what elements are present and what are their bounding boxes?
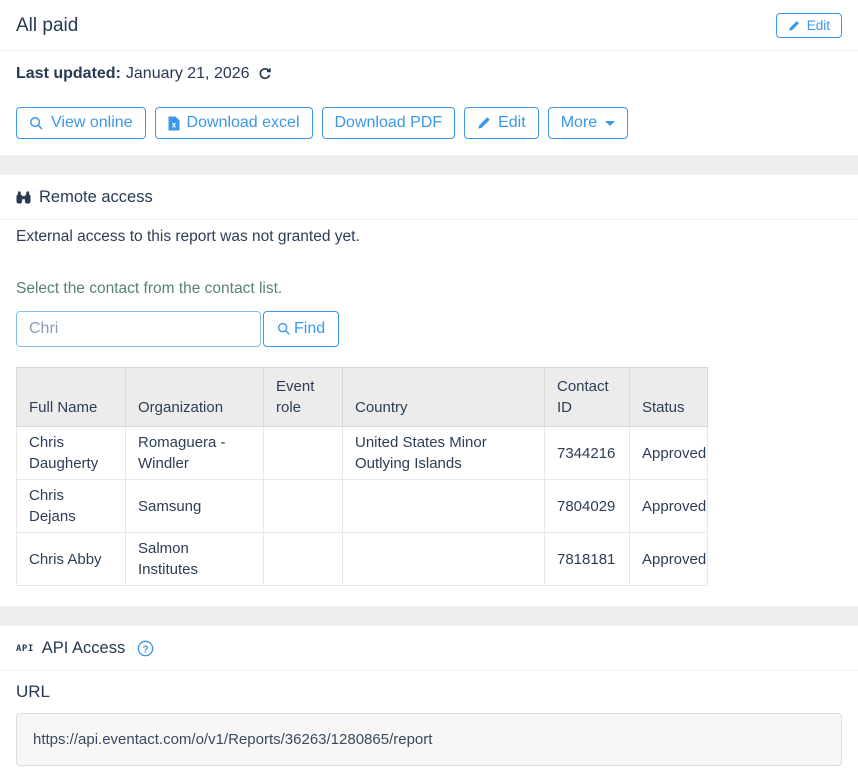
table-row[interactable]: Chris Daugherty Romaguera - Windler Unit… <box>17 427 708 480</box>
contacts-table: Full Name Organization Event role Countr… <box>16 367 708 586</box>
caret-down-icon <box>605 121 615 126</box>
cell-event-role <box>264 480 343 533</box>
remote-access-header: Remote access <box>0 175 858 220</box>
api-access-body: URL https://api.eventact.com/o/v1/Report… <box>0 671 858 780</box>
contacts-table-head: Full Name Organization Event role Countr… <box>17 368 708 427</box>
table-header-row: Full Name Organization Event role Countr… <box>17 368 708 427</box>
remote-access-title: Remote access <box>39 188 153 207</box>
refresh-icon[interactable] <box>258 67 272 81</box>
api-access-title-row: API API Access ? <box>16 639 154 658</box>
find-button[interactable]: Find <box>263 311 339 347</box>
last-updated-label: Last updated: <box>16 65 121 83</box>
report-toolbar: View online x Download excel Download PD… <box>16 107 842 139</box>
col-header-status: Status <box>630 368 708 427</box>
pencil-icon <box>477 116 491 130</box>
cell-event-role <box>264 427 343 480</box>
report-header-card: All paid Edit Last updated: January 21, … <box>0 0 858 155</box>
download-pdf-label: Download PDF <box>335 114 443 132</box>
cell-organization: Salmon Institutes <box>126 533 264 586</box>
url-label: URL <box>16 681 842 703</box>
binoculars-icon <box>16 190 31 205</box>
svg-text:x: x <box>171 120 176 129</box>
download-excel-label: Download excel <box>187 114 300 132</box>
report-header-body: Last updated: January 21, 2026 View onli… <box>0 51 858 155</box>
excel-file-icon: x <box>168 116 180 131</box>
api-access-card: API API Access ? URL https://api.eventac… <box>0 626 858 780</box>
cell-status: Approved <box>630 533 708 586</box>
help-circle-icon[interactable]: ? <box>137 640 154 657</box>
edit-button-label: Edit <box>498 114 526 132</box>
cell-country <box>343 480 545 533</box>
col-header-contact-id: Contact ID <box>545 368 630 427</box>
page-title: All paid <box>16 15 78 37</box>
col-header-event-role: Event role <box>264 368 343 427</box>
cell-full-name: Chris Dejans <box>17 480 126 533</box>
cell-organization: Samsung <box>126 480 264 533</box>
remote-access-body: External access to this report was not g… <box>0 220 858 606</box>
svg-text:?: ? <box>143 644 149 655</box>
api-url-box[interactable]: https://api.eventact.com/o/v1/Reports/36… <box>16 713 842 766</box>
api-access-title: API Access <box>42 639 125 658</box>
last-updated-value: January 21, 2026 <box>126 65 250 83</box>
cell-contact-id: 7344216 <box>545 427 630 480</box>
cell-status: Approved <box>630 480 708 533</box>
cell-full-name: Chris Daugherty <box>17 427 126 480</box>
col-header-organization: Organization <box>126 368 264 427</box>
cell-country <box>343 533 545 586</box>
find-button-label: Find <box>294 320 325 338</box>
report-header-bar: All paid Edit <box>0 0 858 51</box>
search-icon <box>29 116 44 131</box>
api-icon: API <box>16 645 34 654</box>
cell-organization: Romaguera - Windler <box>126 427 264 480</box>
cell-contact-id: 7804029 <box>545 480 630 533</box>
cell-full-name: Chris Abby <box>17 533 126 586</box>
select-contact-hint: Select the contact from the contact list… <box>16 280 842 298</box>
edit-button[interactable]: Edit <box>464 107 539 139</box>
col-header-full-name: Full Name <box>17 368 126 427</box>
cell-country: United States Minor Outlying Islands <box>343 427 545 480</box>
remote-access-card: Remote access External access to this re… <box>0 175 858 606</box>
download-pdf-button[interactable]: Download PDF <box>322 107 456 139</box>
pencil-icon <box>788 20 800 32</box>
col-header-country: Country <box>343 368 545 427</box>
more-button-label: More <box>561 114 597 132</box>
contact-search-row: Find <box>16 311 842 347</box>
cell-contact-id: 7818181 <box>545 533 630 586</box>
view-online-label: View online <box>51 114 133 132</box>
contacts-table-body: Chris Daugherty Romaguera - Windler Unit… <box>17 427 708 586</box>
not-granted-text: External access to this report was not g… <box>16 228 842 246</box>
cell-status: Approved <box>630 427 708 480</box>
contact-search-input[interactable] <box>16 311 261 347</box>
edit-report-button[interactable]: Edit <box>776 13 842 38</box>
last-updated-line: Last updated: January 21, 2026 <box>16 65 842 83</box>
table-row[interactable]: Chris Abby Salmon Institutes 7818181 App… <box>17 533 708 586</box>
cell-event-role <box>264 533 343 586</box>
download-excel-button[interactable]: x Download excel <box>155 107 313 139</box>
search-icon <box>277 322 291 336</box>
edit-report-button-label: Edit <box>807 18 830 33</box>
more-dropdown-button[interactable]: More <box>548 107 628 139</box>
api-access-header: API API Access ? <box>0 626 858 671</box>
api-url-value: https://api.eventact.com/o/v1/Reports/36… <box>33 731 432 748</box>
table-row[interactable]: Chris Dejans Samsung 7804029 Approved <box>17 480 708 533</box>
report-page: All paid Edit Last updated: January 21, … <box>0 0 858 780</box>
remote-access-title-row: Remote access <box>16 188 153 207</box>
view-online-button[interactable]: View online <box>16 107 146 139</box>
